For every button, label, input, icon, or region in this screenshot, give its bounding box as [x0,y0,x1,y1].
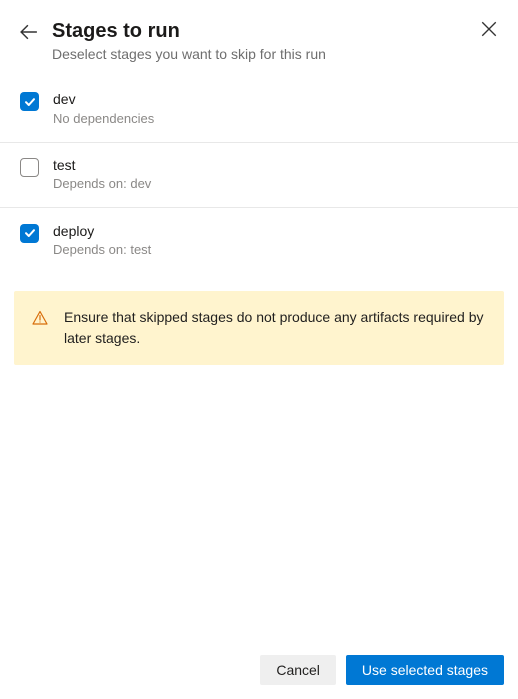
warning-text: Ensure that skipped stages do not produc… [64,307,486,349]
stage-text: test Depends on: dev [53,156,151,194]
dialog-title: Stages to run [52,18,498,44]
stage-item-test[interactable]: test Depends on: dev [0,142,518,208]
stage-dependency: Depends on: test [53,241,151,259]
warning-icon [32,310,48,326]
back-icon[interactable] [20,23,38,41]
warning-banner: Ensure that skipped stages do not produc… [14,291,504,365]
stage-dependency: No dependencies [53,110,154,128]
stage-list: dev No dependencies test Depends on: dev… [0,76,518,273]
header-text: Stages to run Deselect stages you want t… [52,18,498,62]
dialog-footer: Cancel Use selected stages [0,645,518,699]
stage-item-deploy[interactable]: deploy Depends on: test [0,208,518,274]
cancel-button[interactable]: Cancel [260,655,336,685]
dialog-subtitle: Deselect stages you want to skip for thi… [52,46,498,62]
stage-checkbox-test[interactable] [20,158,39,177]
stage-text: dev No dependencies [53,90,154,128]
stage-checkbox-dev[interactable] [20,92,39,111]
stage-item-dev[interactable]: dev No dependencies [0,76,518,142]
dialog-header: Stages to run Deselect stages you want t… [0,0,518,76]
spacer [0,365,518,645]
stage-text: deploy Depends on: test [53,222,151,260]
stage-dependency: Depends on: dev [53,175,151,193]
close-icon[interactable] [480,20,498,38]
stage-checkbox-deploy[interactable] [20,224,39,243]
stage-name: dev [53,90,154,110]
stage-name: deploy [53,222,151,242]
use-selected-stages-button[interactable]: Use selected stages [346,655,504,685]
stage-name: test [53,156,151,176]
